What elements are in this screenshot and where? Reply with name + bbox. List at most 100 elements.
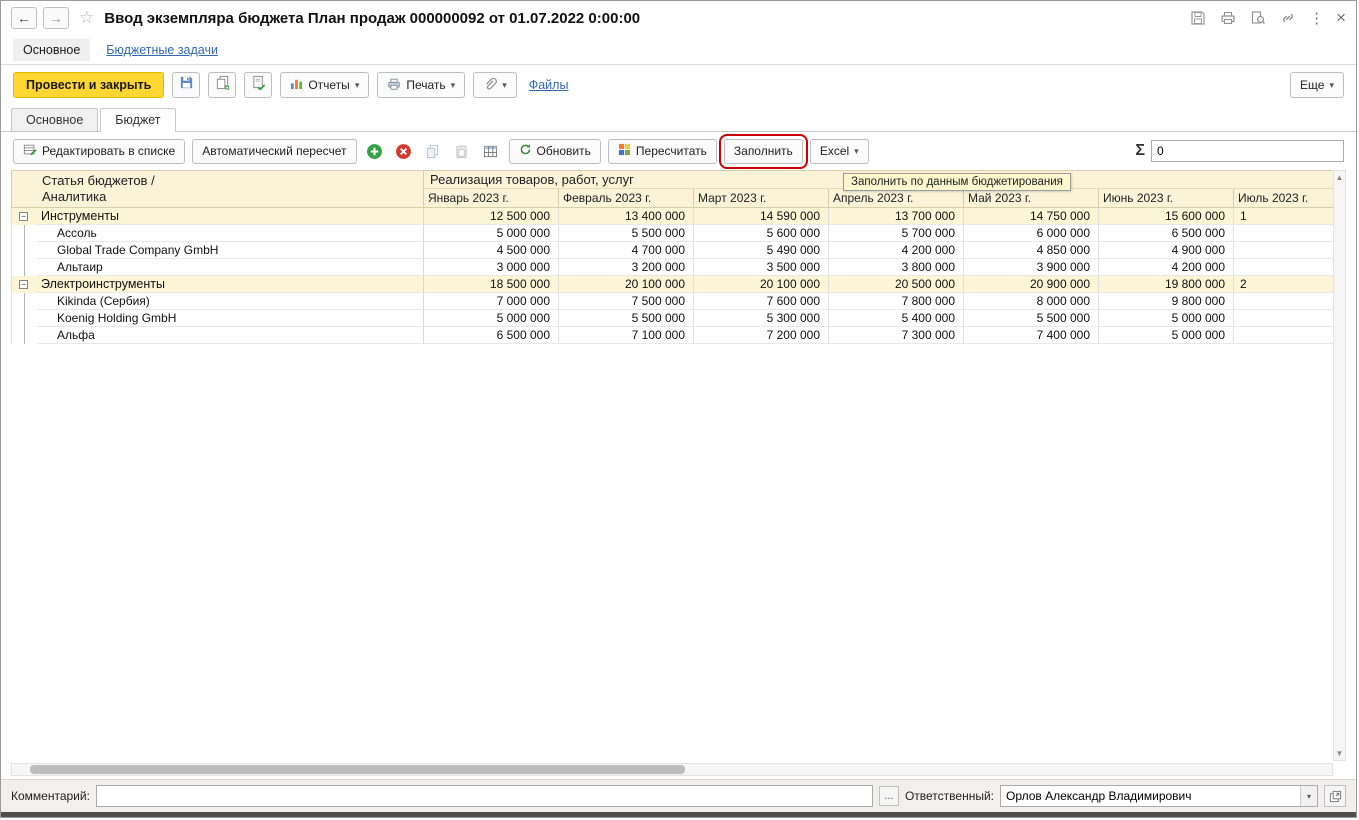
table-row[interactable]: Global Trade Company GmbH 4 500 000 4 700 … <box>11 242 1333 259</box>
print-dropdown[interactable]: Печать ▾ <box>377 72 466 98</box>
month-header-cell[interactable]: Июль 2023 г. <box>1234 189 1333 208</box>
table-row[interactable]: Koenig Holding GmbH 5 000 000 5 500 000 5 3… <box>11 310 1333 327</box>
scroll-down-icon[interactable]: ▼ <box>1336 747 1344 760</box>
cell-value[interactable]: 20 100 000 <box>694 276 829 293</box>
print-icon[interactable] <box>1219 9 1237 27</box>
cell-value[interactable]: 18 500 000 <box>424 276 559 293</box>
cell-value[interactable]: 5 000 000 <box>1099 327 1234 344</box>
auto-recalc-button[interactable]: Автоматический пересчет <box>192 138 357 164</box>
month-header-cell[interactable]: Июнь 2023 г. <box>1099 189 1234 208</box>
cell-value[interactable]: 20 500 000 <box>829 276 964 293</box>
cell-value[interactable]: 3 900 000 <box>964 259 1099 276</box>
cell-value[interactable]: 5 490 000 <box>694 242 829 259</box>
cell-value[interactable]: 7 600 000 <box>694 293 829 310</box>
cell-value[interactable]: 4 900 000 <box>1099 242 1234 259</box>
save-button[interactable] <box>172 72 201 98</box>
collapse-icon[interactable]: − <box>19 212 28 221</box>
fill-button[interactable]: Заполнить <box>718 133 808 169</box>
table-row[interactable]: Kikinda (Сербия) 7 000 000 7 500 000 7 600 … <box>11 293 1333 310</box>
cell-value[interactable]: 7 800 000 <box>829 293 964 310</box>
cell-value[interactable]: 5 000 000 <box>424 310 559 327</box>
post-and-close-button[interactable]: Провести и закрыть <box>13 72 165 98</box>
add-row-button[interactable] <box>364 140 386 162</box>
refresh-button[interactable]: Обновить <box>508 138 601 164</box>
cell-value[interactable]: 14 750 000 <box>964 208 1099 225</box>
delete-row-button[interactable] <box>393 140 415 162</box>
cell-value[interactable] <box>1234 242 1333 259</box>
post-document-button[interactable] <box>244 72 273 98</box>
paste-rows-button[interactable] <box>451 140 473 162</box>
responsible-dropdown-button[interactable]: ▾ <box>1300 786 1317 806</box>
attachments-dropdown[interactable]: ▾ <box>473 72 517 98</box>
cell-value[interactable]: 20 100 000 <box>559 276 694 293</box>
nav-section-main[interactable]: Основное <box>13 38 91 61</box>
cell-value[interactable]: 7 000 000 <box>424 293 559 310</box>
cell-value[interactable]: 7 200 000 <box>694 327 829 344</box>
cell-value[interactable] <box>1234 310 1333 327</box>
scrollbar-thumb[interactable] <box>30 765 685 774</box>
cell-value[interactable]: 5 700 000 <box>829 225 964 242</box>
more-menu-icon[interactable]: ⋮ <box>1309 9 1324 27</box>
nav-link-budget-tasks[interactable]: Бюджетные задачи <box>106 43 218 57</box>
month-header-cell[interactable]: Февраль 2023 г. <box>559 189 694 208</box>
edit-in-list-button[interactable]: Редактировать в списке <box>13 138 186 164</box>
table-row[interactable]: Альтаир 3 000 000 3 200 000 3 500 000 3 800 … <box>11 259 1333 276</box>
cell-value[interactable] <box>1234 327 1333 344</box>
cell-value[interactable]: 4 700 000 <box>559 242 694 259</box>
responsible-input[interactable] <box>1001 786 1300 806</box>
cell-value[interactable]: 5 000 000 <box>424 225 559 242</box>
comment-input[interactable] <box>95 785 873 807</box>
cell-value[interactable]: 4 200 000 <box>1099 259 1234 276</box>
cell-value[interactable]: 8 000 000 <box>964 293 1099 310</box>
cell-value[interactable] <box>1234 259 1333 276</box>
tab-main[interactable]: Основное <box>11 108 99 131</box>
cell-value[interactable]: 7 300 000 <box>829 327 964 344</box>
copy-button[interactable] <box>208 72 237 98</box>
cell-value[interactable]: 5 600 000 <box>694 225 829 242</box>
cell-value[interactable]: 12 500 000 <box>424 208 559 225</box>
save-icon[interactable] <box>1189 9 1207 27</box>
cell-value[interactable]: 7 400 000 <box>964 327 1099 344</box>
vertical-scrollbar[interactable]: ▲ ▼ <box>1333 170 1346 761</box>
sum-field[interactable] <box>1151 140 1344 162</box>
cell-value[interactable]: 6 000 000 <box>964 225 1099 242</box>
cell-value[interactable]: 3 800 000 <box>829 259 964 276</box>
month-header-cell[interactable]: Апрель 2023 г. <box>829 189 964 208</box>
column-header-articles[interactable]: Статья бюджетов / Аналитика <box>11 170 424 208</box>
cell-value[interactable]: 20 900 000 <box>964 276 1099 293</box>
collapse-icon[interactable]: − <box>19 280 28 289</box>
cell-value[interactable]: 3 500 000 <box>694 259 829 276</box>
cell-value[interactable]: 7 100 000 <box>559 327 694 344</box>
cell-value[interactable]: 13 700 000 <box>829 208 964 225</box>
cell-value[interactable]: 15 600 000 <box>1099 208 1234 225</box>
cell-value[interactable]: 5 000 000 <box>1099 310 1234 327</box>
cell-value[interactable]: 7 500 000 <box>559 293 694 310</box>
excel-dropdown[interactable]: Excel ▾ <box>809 138 869 164</box>
cell-value[interactable]: 1 <box>1234 208 1333 225</box>
month-header-cell[interactable]: Январь 2023 г. <box>424 189 559 208</box>
cell-value[interactable]: 3 000 000 <box>424 259 559 276</box>
cell-value[interactable]: 2 <box>1234 276 1333 293</box>
scroll-up-icon[interactable]: ▲ <box>1336 171 1344 184</box>
tab-budget[interactable]: Бюджет <box>100 108 176 132</box>
link-icon[interactable] <box>1279 9 1297 27</box>
cell-value[interactable]: 4 200 000 <box>829 242 964 259</box>
preview-icon[interactable] <box>1249 9 1267 27</box>
close-icon[interactable]: × <box>1336 8 1346 28</box>
table-row[interactable]: − Электроинструменты 18 500 000 20 100 000 2… <box>11 276 1333 293</box>
reports-dropdown[interactable]: Отчеты ▾ <box>280 72 370 98</box>
cell-value[interactable]: 3 200 000 <box>559 259 694 276</box>
table-settings-button[interactable] <box>480 140 502 162</box>
cell-value[interactable]: 6 500 000 <box>1099 225 1234 242</box>
forward-button[interactable]: → <box>43 7 69 29</box>
back-button[interactable]: ← <box>11 7 37 29</box>
table-row[interactable]: − Инструменты 12 500 000 13 400 000 14 590 0… <box>11 208 1333 225</box>
copy-rows-button[interactable] <box>422 140 444 162</box>
cell-value[interactable]: 5 400 000 <box>829 310 964 327</box>
cell-value[interactable]: 14 590 000 <box>694 208 829 225</box>
cell-value[interactable]: 4 850 000 <box>964 242 1099 259</box>
table-row[interactable]: Ассоль 5 000 000 5 500 000 5 600 000 5 700 0… <box>11 225 1333 242</box>
cell-value[interactable]: 6 500 000 <box>424 327 559 344</box>
cell-value[interactable] <box>1234 225 1333 242</box>
cell-value[interactable]: 19 800 000 <box>1099 276 1234 293</box>
